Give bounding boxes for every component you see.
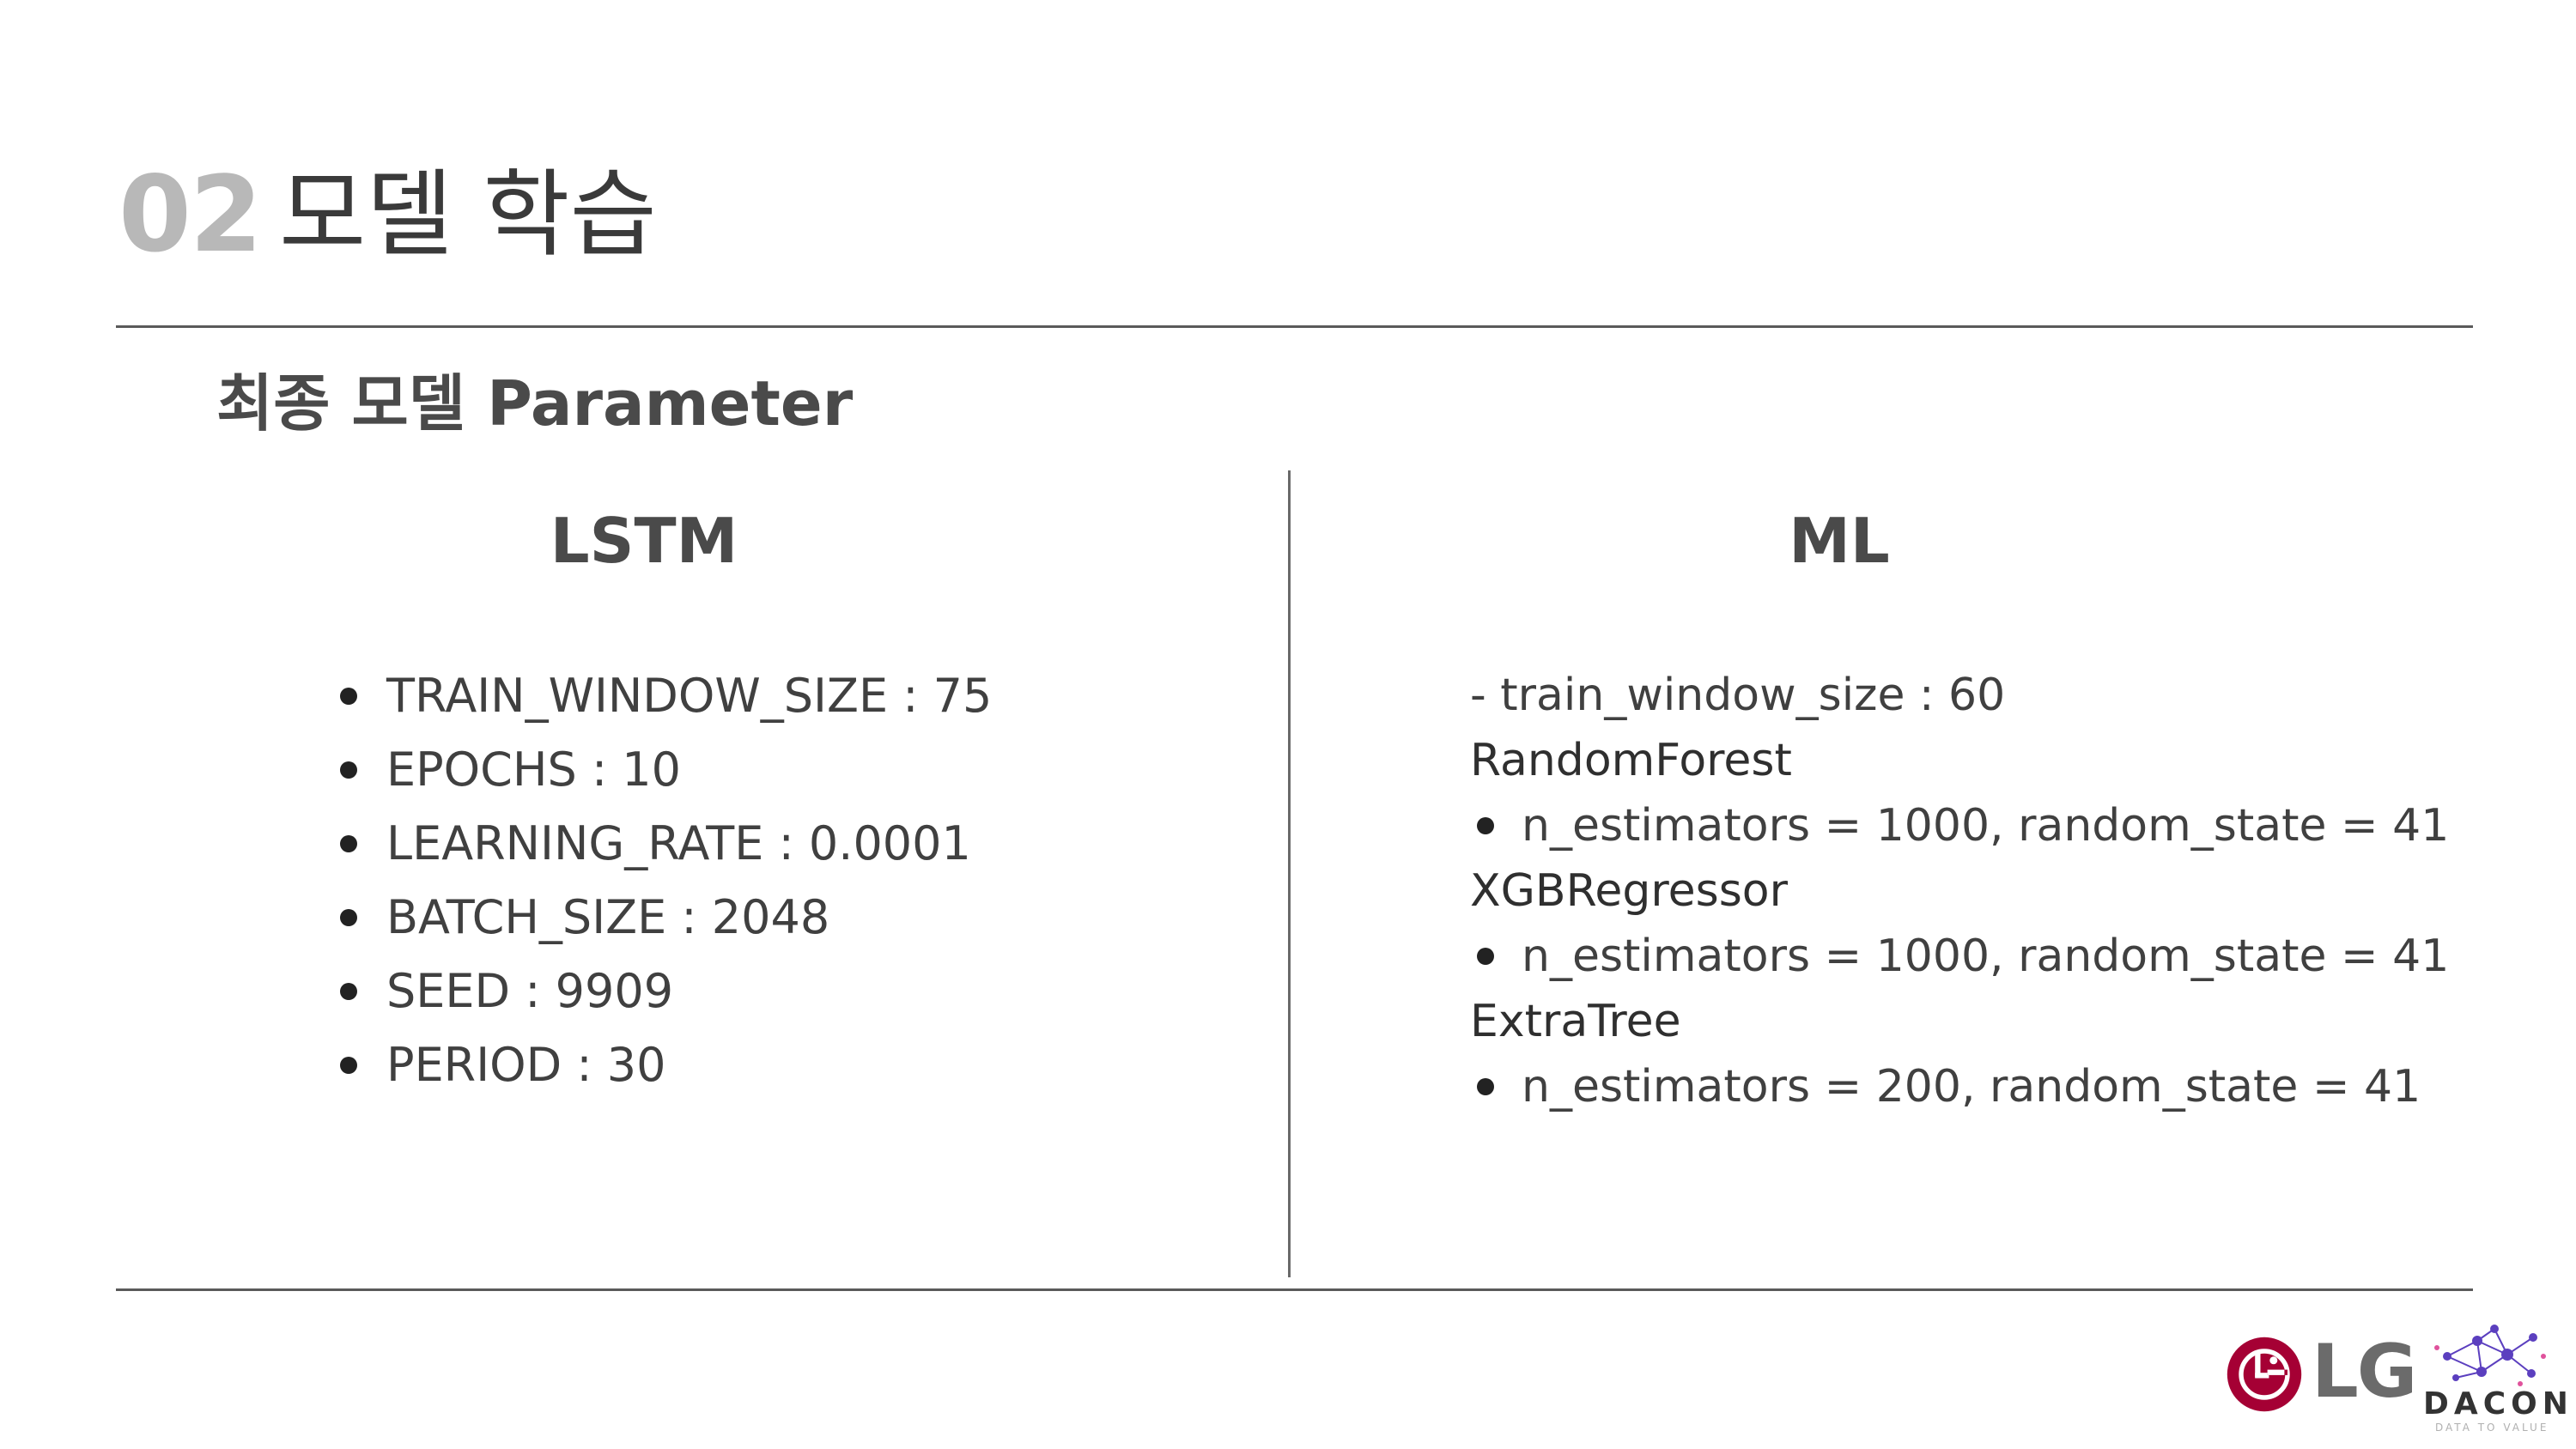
lstm-param-text: EPOCHS : 10 — [386, 743, 682, 797]
lstm-title: LSTM — [550, 505, 738, 577]
lstm-param-item: LEARNING_RATE : 0.0001 — [335, 807, 992, 881]
bullet-icon — [340, 983, 357, 1000]
bullet-icon — [1477, 817, 1494, 834]
subheading: 최종 모델 Parameter — [216, 367, 854, 440]
ml-model-params: n_estimators = 1000, random_state = 41 — [1470, 924, 2449, 989]
ml-model-name: ExtraTree — [1470, 996, 1681, 1047]
ml-model-params-text: n_estimators = 200, random_state = 41 — [1522, 1061, 2421, 1113]
lg-wordmark: LG — [2312, 1329, 2417, 1415]
lstm-param-text: BATCH_SIZE : 2048 — [386, 890, 830, 944]
ml-model-params-text: n_estimators = 1000, random_state = 41 — [1522, 800, 2450, 852]
lstm-param-list: TRAIN_WINDOW_SIZE : 75 EPOCHS : 10 LEARN… — [335, 659, 992, 1102]
top-divider — [116, 325, 2473, 328]
lstm-param-item: PERIOD : 30 — [335, 1028, 992, 1102]
lstm-param-text: TRAIN_WINDOW_SIZE : 75 — [386, 669, 993, 723]
ml-model-params: n_estimators = 200, random_state = 41 — [1470, 1054, 2449, 1119]
ml-model-params: n_estimators = 1000, random_state = 41 — [1470, 793, 2449, 858]
bullet-icon — [340, 1057, 357, 1074]
bullet-icon — [340, 688, 357, 705]
dacon-tagline: DATA TO VALUE — [2435, 1422, 2549, 1434]
dacon-network-icon — [2434, 1325, 2546, 1386]
ml-model-name: XGBRegressor — [1470, 865, 1788, 917]
lstm-param-item: BATCH_SIZE : 2048 — [335, 881, 992, 955]
section-title: 모델 학습 — [279, 160, 657, 270]
lstm-param-item: TRAIN_WINDOW_SIZE : 75 — [335, 659, 992, 733]
lstm-param-item: EPOCHS : 10 — [335, 733, 992, 807]
lstm-param-item: SEED : 9909 — [335, 955, 992, 1028]
lstm-param-text: PERIOD : 30 — [386, 1038, 666, 1092]
section-number: 02 — [118, 154, 263, 276]
lg-logo-icon — [2227, 1337, 2302, 1412]
dacon-wordmark: DACON — [2423, 1386, 2573, 1422]
bullet-icon — [1477, 948, 1494, 965]
bullet-icon — [340, 761, 357, 779]
ml-title: ML — [1789, 505, 1890, 577]
lstm-param-text: LEARNING_RATE : 0.0001 — [386, 816, 971, 870]
bullet-icon — [1477, 1078, 1494, 1095]
ml-param-block: - train_window_size : 60 RandomForest n_… — [1470, 663, 2449, 1119]
ml-model-name: RandomForest — [1470, 735, 1792, 786]
ml-window-size: - train_window_size : 60 — [1470, 670, 2006, 721]
bullet-icon — [340, 909, 357, 926]
lstm-param-text: SEED : 9909 — [386, 964, 674, 1018]
bottom-divider — [116, 1288, 2473, 1291]
column-divider — [1288, 470, 1291, 1277]
ml-model-params-text: n_estimators = 1000, random_state = 41 — [1522, 931, 2450, 982]
bullet-icon — [340, 835, 357, 852]
